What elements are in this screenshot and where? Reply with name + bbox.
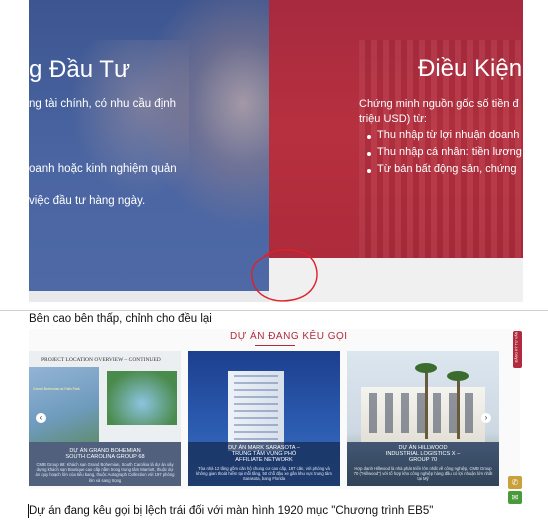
card-2-title-3: AFFILIATE NETWORK xyxy=(235,457,293,463)
section-title-underline xyxy=(255,345,295,346)
left-panel-line-1: ng tài chính, có nhu cầu định xyxy=(29,98,177,110)
chevron-left-icon: ‹ xyxy=(39,413,43,422)
phone-button[interactable]: ✆ xyxy=(508,476,522,489)
left-panel-bottom-strip xyxy=(29,291,269,302)
carousel-prev-button[interactable]: ‹ xyxy=(36,413,46,423)
annotation-note-1: Bên cao bên thấp, chỉnh cho đều lại xyxy=(29,313,212,325)
card-1-title-2: SOUTH CAROLINA GROUP 68 xyxy=(65,454,145,460)
palm-leaves xyxy=(447,371,469,381)
card-2-caption: DỰ ÁN MARK SARASOTA – TRUNG TÂM VỤNG PHỎ… xyxy=(188,442,340,486)
phone-icon: ✆ xyxy=(511,478,519,487)
right-panel-intro-2: triệu USD) từ: xyxy=(359,113,427,125)
project-card-1[interactable]: PROJECT LOCATION OVERVIEW – CONTINUED Gr… xyxy=(29,351,181,486)
bullet-icon xyxy=(367,169,371,173)
left-panel-line-3: oanh hoặc kinh nghiệm quản xyxy=(29,163,177,175)
palm-trunk xyxy=(457,377,460,439)
card-3-title-3: GROUP 70 xyxy=(408,457,438,463)
annotation-note-2: Dự án đang kêu gọi bị lệch trái đối với … xyxy=(29,505,434,517)
bullet-icon xyxy=(367,152,371,156)
project-card-2[interactable]: DỰ ÁN MARK SARASOTA – TRUNG TÂM VỤNG PHỎ… xyxy=(188,351,340,486)
left-banner-panel xyxy=(29,0,269,291)
right-panel-bullet-3: Từ bán bất động sản, chứng xyxy=(377,163,517,175)
left-panel-line-5: việc đầu tư hàng ngày. xyxy=(29,195,146,207)
chevron-right-icon: › xyxy=(484,413,488,422)
right-panel-bullet-2: Thu nhập cá nhân: tiền lương xyxy=(377,146,522,158)
section-title: DỰ ÁN ĐANG KÊU GỌI xyxy=(230,331,348,342)
card-1-header: PROJECT LOCATION OVERVIEW – CONTINUED xyxy=(41,357,161,363)
card-1-caption: DỰ ÁN GRAND BOHEMIAN SOUTH CAROLINA GROU… xyxy=(29,442,181,486)
red-circle-annotation xyxy=(251,249,318,302)
card-2-desc: Tòa nhà 12 tầng gồm căn hộ chung cư cao … xyxy=(196,466,332,482)
left-panel-heading: g Đầu Tư xyxy=(29,56,131,83)
mail-button[interactable]: ✉ xyxy=(508,491,522,504)
card-3-caption: DỰ ÁN HILLWOOD INDUSTRIAL LOGISTICS X – … xyxy=(347,442,499,486)
project-card-3[interactable]: DỰ ÁN HILLWOOD INDUSTRIAL LOGISTICS X – … xyxy=(347,351,499,486)
page-divider xyxy=(0,310,548,311)
card-1-map-label: Grand Bohemian at Falls Park xyxy=(33,387,80,391)
card-1-park-image xyxy=(107,371,177,425)
consult-register-tab[interactable]: ĐĂNG KÝ TƯ VẤN xyxy=(513,331,522,368)
card-3-building-image xyxy=(361,387,485,442)
card-1-map-image: Grand Bohemian at Falls Park xyxy=(29,367,99,442)
right-panel-intro-1: Chứng minh nguồn gốc số tiền đ xyxy=(359,98,519,110)
card-1-desc: CMB Group 68: Khách sạn Grand Bohemian, … xyxy=(35,462,175,483)
consult-register-label: ĐĂNG KÝ TƯ VẤN xyxy=(514,331,519,363)
right-panel-heading: Điều Kiện xyxy=(418,55,523,82)
mail-icon: ✉ xyxy=(511,493,519,502)
card-3-desc: Hợp danh Hillwood là nhà phát triển lớn … xyxy=(353,466,493,482)
couple-photo xyxy=(139,0,269,230)
right-panel-bullet-1: Thu nhập từ lợi nhuận doanh xyxy=(377,129,520,141)
palm-trunk xyxy=(425,369,428,439)
carousel-next-button[interactable]: › xyxy=(481,413,491,423)
palm-leaves xyxy=(415,363,437,373)
card-2-tower-image xyxy=(228,371,284,451)
bullet-icon xyxy=(367,135,371,139)
